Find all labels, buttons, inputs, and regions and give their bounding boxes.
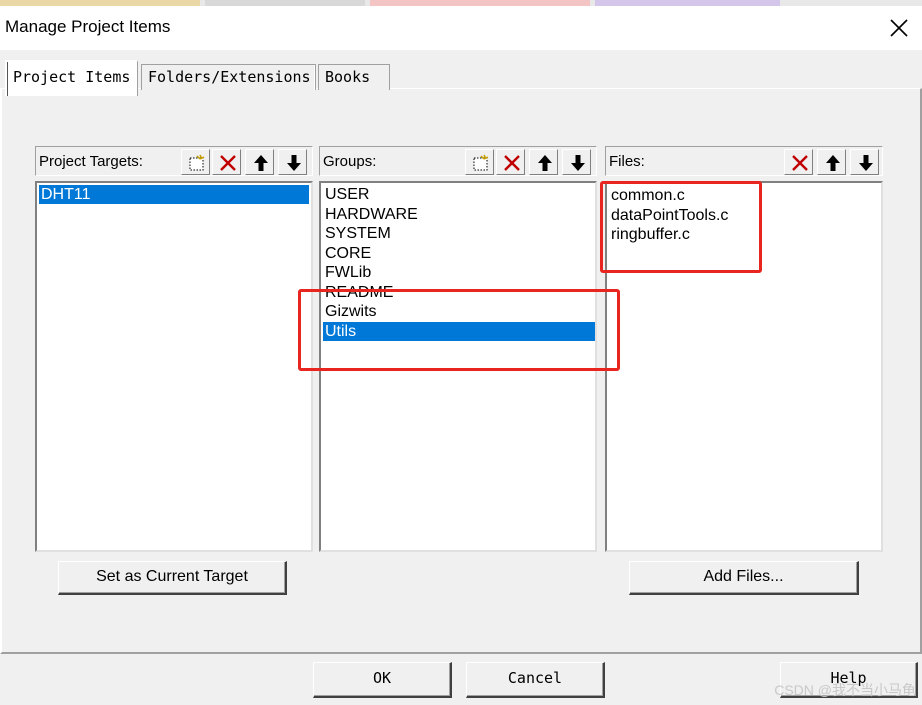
targets-label: Project Targets: [39, 153, 143, 170]
highlight-groups-box [298, 289, 620, 371]
move-down-group-button[interactable] [562, 149, 591, 175]
files-header: Files: [605, 146, 883, 176]
group-item-hardware[interactable]: HARDWARE [323, 205, 418, 224]
group-item-system[interactable]: SYSTEM [323, 224, 391, 243]
targets-header: Project Targets: [35, 146, 313, 176]
move-down-target-button[interactable] [278, 149, 307, 175]
tab-label: Project Items [13, 68, 131, 86]
new-icon [473, 154, 489, 171]
move-up-icon [254, 155, 268, 171]
tab-books[interactable]: Books [318, 64, 390, 90]
delete-file-button[interactable] [784, 149, 813, 175]
group-item-user[interactable]: USER [323, 185, 369, 204]
cancel-button[interactable]: Cancel [466, 662, 605, 698]
targets-list[interactable]: DHT11 [35, 181, 313, 552]
new-target-button[interactable] [181, 149, 210, 175]
groups-label: Groups: [323, 153, 377, 170]
tab-folders-extensions[interactable]: Folders/Extensions [141, 64, 316, 90]
move-down-icon [859, 155, 873, 171]
move-down-icon [571, 155, 585, 171]
new-group-button[interactable] [465, 149, 494, 175]
group-item-core[interactable]: CORE [323, 244, 371, 263]
delete-icon [220, 155, 236, 171]
delete-icon [792, 155, 808, 171]
target-item-dht11[interactable]: DHT11 [39, 185, 309, 204]
delete-group-button[interactable] [496, 149, 525, 175]
window-title: Manage Project Items [5, 17, 171, 36]
ok-button[interactable]: OK [313, 662, 452, 698]
move-up-icon [826, 155, 840, 171]
tab-project-items[interactable]: Project Items [5, 60, 138, 96]
delete-target-button[interactable] [212, 149, 241, 175]
delete-icon [504, 155, 520, 171]
files-label: Files: [609, 153, 645, 170]
tab-label: Folders/Extensions [148, 68, 311, 86]
move-up-icon [538, 155, 552, 171]
close-button[interactable] [876, 6, 922, 50]
move-up-target-button[interactable] [245, 149, 274, 175]
groups-header: Groups: [319, 146, 597, 176]
group-item-fwlib[interactable]: FWLib [323, 263, 371, 282]
move-up-file-button[interactable] [817, 149, 846, 175]
move-up-group-button[interactable] [529, 149, 558, 175]
set-current-target-button[interactable]: Set as Current Target [58, 561, 287, 595]
highlight-files-box [600, 181, 762, 273]
title-bar: Manage Project Items [0, 6, 922, 50]
tab-label: Books [325, 68, 371, 86]
watermark: CSDN @我不当小马龟 [774, 682, 916, 698]
new-icon [189, 154, 205, 171]
move-down-file-button[interactable] [850, 149, 879, 175]
move-down-icon [287, 155, 301, 171]
add-files-button[interactable]: Add Files... [629, 561, 859, 595]
close-icon [890, 19, 908, 37]
